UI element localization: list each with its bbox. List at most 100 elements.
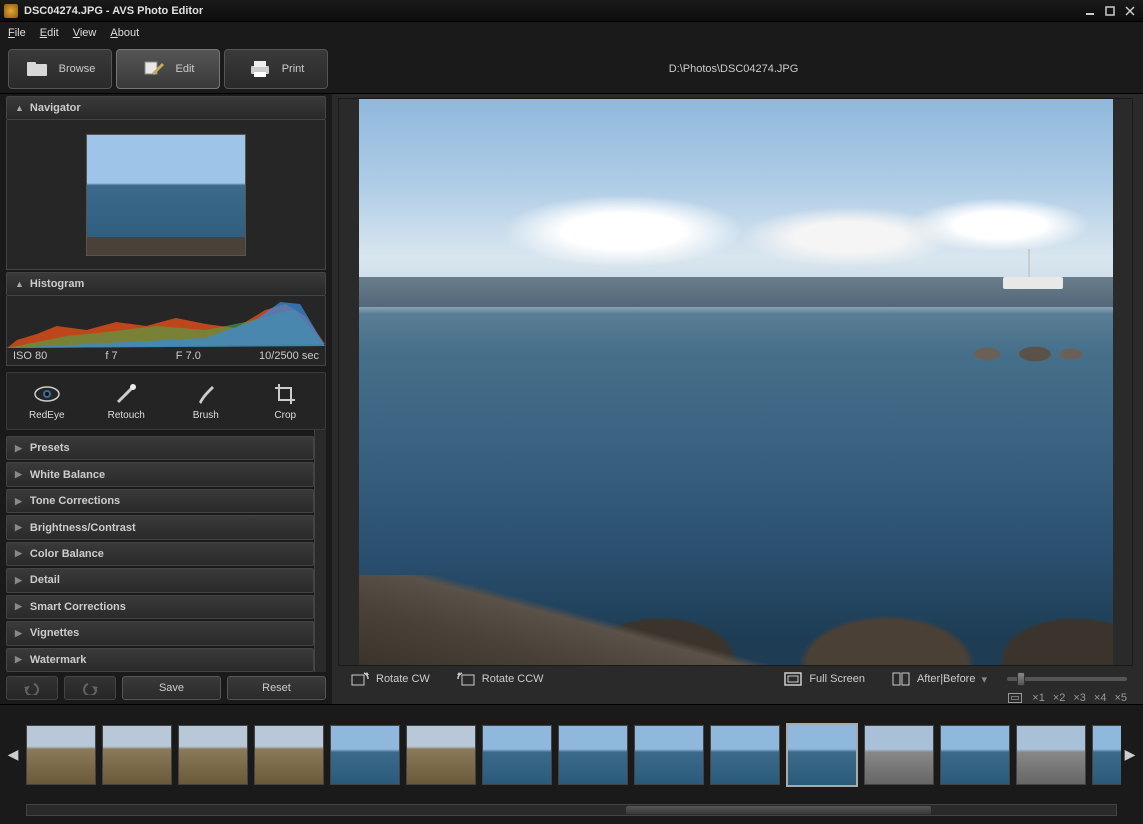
zoom-5x[interactable]: ×5 <box>1114 692 1127 704</box>
acc-smart-corrections[interactable]: ▶Smart Corrections <box>6 595 314 619</box>
filmstrip-track[interactable] <box>22 723 1121 787</box>
main-photo <box>359 99 1113 665</box>
crop-label: Crop <box>274 410 296 421</box>
menu-edit[interactable]: Edit <box>40 27 59 39</box>
fullscreen-icon <box>783 670 803 688</box>
canvas[interactable] <box>338 98 1133 666</box>
acc-brightness-contrast[interactable]: ▶ Brightness/Contrast <box>6 515 314 539</box>
filmstrip-scrollbar-thumb[interactable] <box>626 806 931 814</box>
thumbnail[interactable] <box>26 725 96 785</box>
chevron-right-icon: ▶ <box>15 443 22 454</box>
acc-presets[interactable]: ▶ Presets <box>6 436 314 460</box>
retouch-tool[interactable]: Retouch <box>92 382 160 421</box>
after-before-button[interactable]: After|Before ▾ <box>885 666 993 692</box>
filmstrip-scrollbar[interactable] <box>26 804 1117 816</box>
navigator-header[interactable]: ▲ Navigator <box>6 96 326 120</box>
printer-icon <box>248 59 272 79</box>
thumbnail[interactable] <box>178 725 248 785</box>
menu-about[interactable]: About <box>110 27 139 39</box>
thumbnail[interactable] <box>482 725 552 785</box>
thumbnail[interactable] <box>330 725 400 785</box>
acc-tone-corrections[interactable]: ▶Tone Corrections <box>6 489 314 513</box>
rotate-ccw-button[interactable]: Rotate CCW <box>450 666 550 692</box>
titlebar: DSC04274.JPG - AVS Photo Editor <box>0 0 1143 22</box>
file-path: D:\Photos\DSC04274.JPG <box>332 63 1135 75</box>
filmstrip-next[interactable]: ▶ <box>1121 720 1139 790</box>
thumbnail[interactable] <box>406 725 476 785</box>
thumbnail[interactable] <box>1016 725 1086 785</box>
thumbnail[interactable] <box>558 725 628 785</box>
zoom-2x[interactable]: ×2 <box>1053 692 1066 704</box>
acc-label: Presets <box>30 442 70 454</box>
sidebar-bottom-controls: Save Reset <box>6 672 326 704</box>
acc-label: Brightness/Contrast <box>30 522 136 534</box>
hist-aperture-big: F 7.0 <box>176 350 201 362</box>
save-button[interactable]: Save <box>122 676 221 700</box>
zoom-slider-thumb[interactable] <box>1017 672 1025 686</box>
rotate-ccw-label: Rotate CCW <box>482 673 544 685</box>
fullscreen-button[interactable]: Full Screen <box>777 666 871 692</box>
chevron-right-icon: ▶ <box>15 601 22 612</box>
brush-tool[interactable]: Brush <box>172 382 240 421</box>
histogram-header[interactable]: ▲ Histogram <box>6 272 326 296</box>
rotate-cw-button[interactable]: Rotate CW <box>344 666 436 692</box>
browse-button[interactable]: Browse <box>8 49 112 89</box>
save-label: Save <box>159 682 184 694</box>
collapse-icon: ▲ <box>15 279 24 289</box>
undo-button[interactable] <box>6 676 58 700</box>
chevron-right-icon: ▶ <box>15 628 22 639</box>
menu-view[interactable]: View <box>73 27 97 39</box>
redeye-tool[interactable]: RedEye <box>13 382 81 421</box>
zoom-slider[interactable] <box>1007 677 1127 681</box>
thumbnail[interactable] <box>1092 725 1121 785</box>
edit-tools-row: RedEye Retouch Brush Crop <box>6 372 326 430</box>
acc-detail[interactable]: ▶Detail <box>6 568 314 592</box>
reset-button[interactable]: Reset <box>227 676 326 700</box>
thumbnail[interactable] <box>102 725 172 785</box>
edit-button[interactable]: Edit <box>116 49 220 89</box>
chevron-right-icon: ▶ <box>15 654 22 665</box>
eye-icon <box>33 382 61 406</box>
canvas-toolbar: Rotate CW Rotate CCW Full Screen After|B… <box>338 666 1133 692</box>
rotate-cw-label: Rotate CW <box>376 673 430 685</box>
zoom-1x[interactable]: ×1 <box>1032 692 1045 704</box>
thumbnail[interactable] <box>864 725 934 785</box>
thumbnail[interactable] <box>710 725 780 785</box>
close-button[interactable] <box>1121 4 1139 18</box>
acc-vignettes[interactable]: ▶Vignettes <box>6 621 314 645</box>
zoom-3x[interactable]: ×3 <box>1073 692 1086 704</box>
window-title: DSC04274.JPG - AVS Photo Editor <box>24 5 1079 17</box>
thumbnail[interactable] <box>634 725 704 785</box>
fit-to-screen-icon[interactable] <box>1008 693 1022 703</box>
crop-tool[interactable]: Crop <box>251 382 319 421</box>
acc-label: White Balance <box>30 469 105 481</box>
print-button[interactable]: Print <box>224 49 328 89</box>
acc-white-balance[interactable]: ▶ White Balance <box>6 462 314 486</box>
zoom-4x[interactable]: ×4 <box>1094 692 1107 704</box>
collapse-icon: ▲ <box>15 103 24 113</box>
thumbnail[interactable] <box>254 725 324 785</box>
reset-label: Reset <box>262 682 291 694</box>
redeye-label: RedEye <box>29 410 65 421</box>
chevron-right-icon: ▶ <box>15 496 22 507</box>
sidebar-scrollbar[interactable] <box>314 430 326 672</box>
maximize-button[interactable] <box>1101 4 1119 18</box>
menu-file[interactable]: File <box>8 27 26 39</box>
redo-button[interactable] <box>64 676 116 700</box>
navigator-preview[interactable] <box>6 120 326 270</box>
chevron-right-icon: ▶ <box>15 522 22 533</box>
navigator-title: Navigator <box>30 102 81 114</box>
acc-color-balance[interactable]: ▶Color Balance <box>6 542 314 566</box>
minimize-button[interactable] <box>1081 4 1099 18</box>
canvas-area: Rotate CW Rotate CCW Full Screen After|B… <box>332 94 1143 704</box>
filmstrip-prev[interactable]: ◀ <box>4 720 22 790</box>
hist-aperture-small: f 7 <box>105 350 117 362</box>
acc-watermark[interactable]: ▶Watermark <box>6 648 314 672</box>
browse-label: Browse <box>59 63 96 75</box>
thumbnail-selected[interactable] <box>786 723 858 787</box>
chevron-right-icon: ▶ <box>15 469 22 480</box>
thumbnail[interactable] <box>940 725 1010 785</box>
brush-label: Brush <box>193 410 219 421</box>
zoom-steps: ×1 ×2 ×3 ×4 ×5 <box>1032 692 1127 704</box>
pencil-icon <box>142 59 166 79</box>
